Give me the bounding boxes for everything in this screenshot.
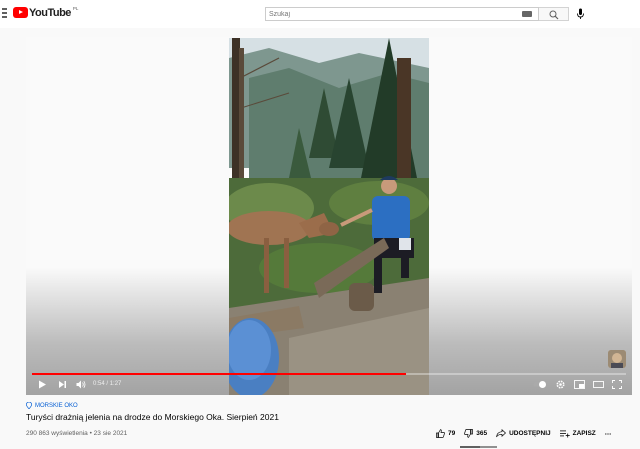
search-button[interactable] (539, 7, 569, 21)
share-button[interactable]: UDOSTĘPNIJ (496, 429, 551, 438)
hamburger-menu-icon[interactable] (2, 8, 7, 19)
search-box (265, 7, 539, 21)
keyboard-icon[interactable] (522, 11, 532, 17)
dislike-button[interactable]: 365 (464, 429, 487, 438)
save-button[interactable]: ZAPISZ (559, 430, 596, 438)
microphone-icon[interactable] (576, 8, 585, 20)
video-title: Turyści drażnią jelenia na drodze do Mor… (26, 412, 279, 422)
share-label: UDOSTĘPNIJ (509, 430, 551, 437)
video-info: MORSKIE OKO Turyści drażnią jelenia na d… (26, 402, 632, 448)
dislike-count: 365 (476, 430, 488, 437)
time-current: 0:54 (93, 381, 105, 387)
video-player[interactable]: 0:54 / 1:27 (26, 37, 632, 395)
logo-region: PL (72, 6, 79, 11)
save-label: ZAPISZ (572, 430, 596, 437)
location-tag-label: MORSKIE OKO (35, 402, 78, 409)
next-icon[interactable] (58, 380, 67, 389)
thumbs-down-icon (464, 429, 474, 438)
playlist-add-icon (559, 430, 570, 437)
volume-icon[interactable] (76, 380, 87, 389)
youtube-logo[interactable]: YouTube PL (13, 6, 79, 19)
share-arrow-icon (496, 429, 507, 438)
logo-text: YouTube (29, 7, 71, 19)
progress-bar-fill (32, 373, 407, 375)
autoplay-toggle-icon[interactable] (533, 380, 547, 389)
settings-gear-icon[interactable] (556, 380, 565, 389)
youtube-play-icon (13, 7, 28, 18)
time-total: 1:27 (109, 381, 122, 387)
more-actions-button[interactable]: ⋯ (605, 430, 612, 438)
video-actions: 79 365 UDOSTĘPNIJ ZAPISZ ⋯ (436, 429, 620, 438)
masthead: YouTube PL (0, 0, 640, 28)
fullscreen-icon[interactable] (612, 380, 622, 389)
location-pin-icon (26, 402, 32, 409)
thumbs-up-icon (436, 429, 445, 438)
like-button[interactable]: 79 (436, 429, 455, 438)
like-count: 79 (448, 430, 456, 437)
time-display: 0:54 / 1:27 (93, 381, 122, 387)
channel-watermark-avatar[interactable] (608, 350, 626, 368)
views-and-date: 290 863 wyświetlenia • 23 sie 2021 (26, 430, 128, 437)
location-tag[interactable]: MORSKIE OKO (26, 402, 632, 409)
search-input[interactable] (269, 9, 509, 20)
more-actions-icon: ⋯ (604, 430, 612, 438)
like-ratio-fill (460, 446, 480, 448)
video-frame[interactable] (229, 38, 429, 395)
miniplayer-icon[interactable] (574, 380, 585, 389)
search-icon (549, 10, 559, 20)
like-dislike-ratio-bar (460, 446, 497, 448)
progress-bar[interactable] (32, 373, 626, 375)
theater-mode-icon[interactable] (593, 380, 604, 389)
play-icon[interactable] (38, 380, 47, 389)
avatar-icon (608, 350, 626, 368)
